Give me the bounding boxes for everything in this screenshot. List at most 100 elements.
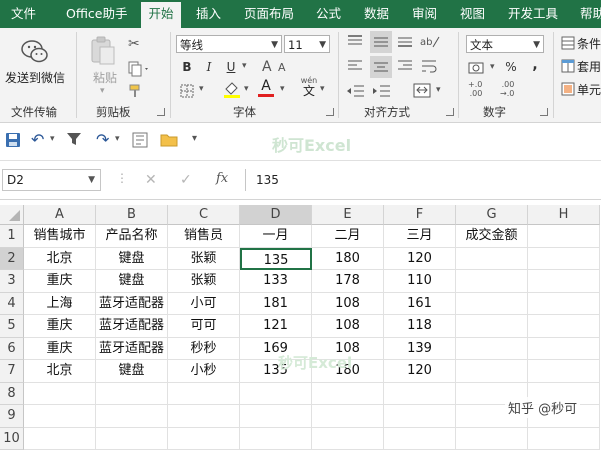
cut-icon[interactable]: ✂ (128, 36, 140, 52)
cell-f2[interactable]: 120 (384, 248, 456, 271)
undo-icon[interactable]: ↶ (31, 130, 44, 149)
column-header-d[interactable]: D (240, 205, 312, 225)
cell-h10[interactable] (528, 428, 600, 450)
percent-style-button[interactable]: % (504, 58, 518, 76)
cell-f6[interactable]: 139 (384, 338, 456, 361)
cell-f10[interactable] (384, 428, 456, 450)
number-format-dropdown[interactable]: 文本 ▼ (466, 35, 544, 53)
cell-d2[interactable]: 135 (240, 248, 312, 271)
cell-g2[interactable] (456, 248, 528, 271)
cell-f3[interactable]: 110 (384, 270, 456, 293)
cell-b9[interactable] (96, 405, 168, 428)
merge-dropdown-icon[interactable]: ▾ (436, 85, 441, 95)
cell-b3[interactable]: 键盘 (96, 270, 168, 293)
save-icon[interactable] (5, 132, 21, 151)
paste-button[interactable]: 粘贴 (93, 69, 117, 86)
cell-d9[interactable] (240, 405, 312, 428)
cell-e10[interactable] (312, 428, 384, 450)
cell-f1[interactable]: 三月 (384, 225, 456, 248)
tab-developer[interactable]: 开发工具 (508, 0, 558, 28)
cell-b7[interactable]: 键盘 (96, 360, 168, 383)
border-dropdown-icon[interactable]: ▾ (199, 84, 204, 94)
accounting-dropdown-icon[interactable]: ▾ (490, 62, 495, 72)
accounting-format-icon[interactable] (468, 60, 488, 79)
cell-b1[interactable]: 产品名称 (96, 225, 168, 248)
cell-d10[interactable] (240, 428, 312, 450)
cell-f7[interactable]: 120 (384, 360, 456, 383)
cell-h3[interactable] (528, 270, 600, 293)
increase-decimal-icon[interactable]: +.0 .00 (468, 80, 482, 98)
cell-e4[interactable]: 108 (312, 293, 384, 316)
cell-h7[interactable] (528, 360, 600, 383)
column-header-c[interactable]: C (168, 205, 240, 225)
cell-style-icon[interactable] (561, 82, 575, 99)
undo-dropdown-icon[interactable]: ▾ (50, 134, 55, 144)
number-dialog-launcher-icon[interactable] (540, 108, 548, 116)
row-header-2[interactable]: 2 (0, 248, 24, 271)
tab-insert[interactable]: 插入 (196, 0, 221, 28)
redo-dropdown-icon[interactable]: ▾ (115, 134, 120, 144)
conditional-format-icon[interactable] (561, 36, 575, 53)
decrease-indent-icon[interactable] (346, 84, 366, 101)
column-header-a[interactable]: A (24, 205, 96, 225)
increase-indent-icon[interactable] (372, 84, 392, 101)
cell-h4[interactable] (528, 293, 600, 316)
cell-a4[interactable]: 上海 (24, 293, 96, 316)
cell-d4[interactable]: 181 (240, 293, 312, 316)
formula-input[interactable]: 135 (245, 169, 601, 191)
cell-style-button[interactable]: 单元 (577, 81, 601, 98)
table-format-icon[interactable] (561, 59, 575, 76)
cell-g7[interactable] (456, 360, 528, 383)
cell-g5[interactable] (456, 315, 528, 338)
select-all-button[interactable] (0, 205, 24, 225)
cell-c8[interactable] (168, 383, 240, 406)
cell-a7[interactable]: 北京 (24, 360, 96, 383)
cell-a9[interactable] (24, 405, 96, 428)
decrease-decimal-icon[interactable]: .00 →.0 (500, 80, 514, 98)
cell-g10[interactable] (456, 428, 528, 450)
cell-e1[interactable]: 二月 (312, 225, 384, 248)
row-header-8[interactable]: 8 (0, 383, 24, 406)
table-format-button[interactable]: 套用 (577, 58, 601, 75)
phonetic-dropdown-icon[interactable]: ▾ (320, 84, 325, 94)
column-header-e[interactable]: E (312, 205, 384, 225)
cell-c7[interactable]: 小秒 (168, 360, 240, 383)
tab-formulas[interactable]: 公式 (316, 0, 341, 28)
row-header-3[interactable]: 3 (0, 270, 24, 293)
align-top-icon[interactable] (346, 34, 364, 51)
underline-dropdown-icon[interactable]: ▾ (242, 61, 247, 71)
font-color-dropdown-icon[interactable]: ▾ (280, 84, 285, 94)
cell-e8[interactable] (312, 383, 384, 406)
align-bottom-icon[interactable] (396, 34, 414, 51)
cell-b2[interactable]: 键盘 (96, 248, 168, 271)
redo-icon[interactable]: ↷ (96, 130, 109, 149)
fill-color-dropdown-icon[interactable]: ▾ (244, 84, 249, 94)
cell-a3[interactable]: 重庆 (24, 270, 96, 293)
border-icon[interactable] (180, 84, 198, 101)
phonetic-icon[interactable]: wén 文 (300, 77, 318, 98)
italic-button[interactable]: I (202, 58, 216, 76)
column-header-b[interactable]: B (96, 205, 168, 225)
cell-f9[interactable] (384, 405, 456, 428)
font-dialog-launcher-icon[interactable] (326, 108, 334, 116)
cell-a1[interactable]: 销售城市 (24, 225, 96, 248)
column-header-h[interactable]: H (528, 205, 600, 225)
tab-page-layout[interactable]: 页面布局 (244, 0, 294, 28)
paste-dropdown-icon[interactable]: ▾ (100, 86, 105, 96)
align-middle-icon[interactable] (370, 31, 392, 53)
font-color-icon[interactable]: A (258, 79, 274, 97)
cell-c9[interactable] (168, 405, 240, 428)
font-size-dropdown[interactable]: 11 ▼ (284, 35, 330, 53)
font-shrink-icon[interactable]: A (278, 61, 286, 74)
text-orientation-icon[interactable]: ab (419, 33, 441, 52)
send-to-wechat-button[interactable]: 发送到微信 (5, 69, 65, 86)
cell-f5[interactable]: 118 (384, 315, 456, 338)
cell-a8[interactable] (24, 383, 96, 406)
font-grow-icon[interactable]: A (262, 59, 272, 75)
font-name-dropdown[interactable]: 等线 ▼ (176, 35, 282, 53)
cell-b4[interactable]: 蓝牙适配器 (96, 293, 168, 316)
cell-g1[interactable]: 成交金额 (456, 225, 528, 248)
cell-c6[interactable]: 秒秒 (168, 338, 240, 361)
paste-icon[interactable] (89, 36, 117, 69)
sort-icon[interactable] (132, 132, 148, 151)
